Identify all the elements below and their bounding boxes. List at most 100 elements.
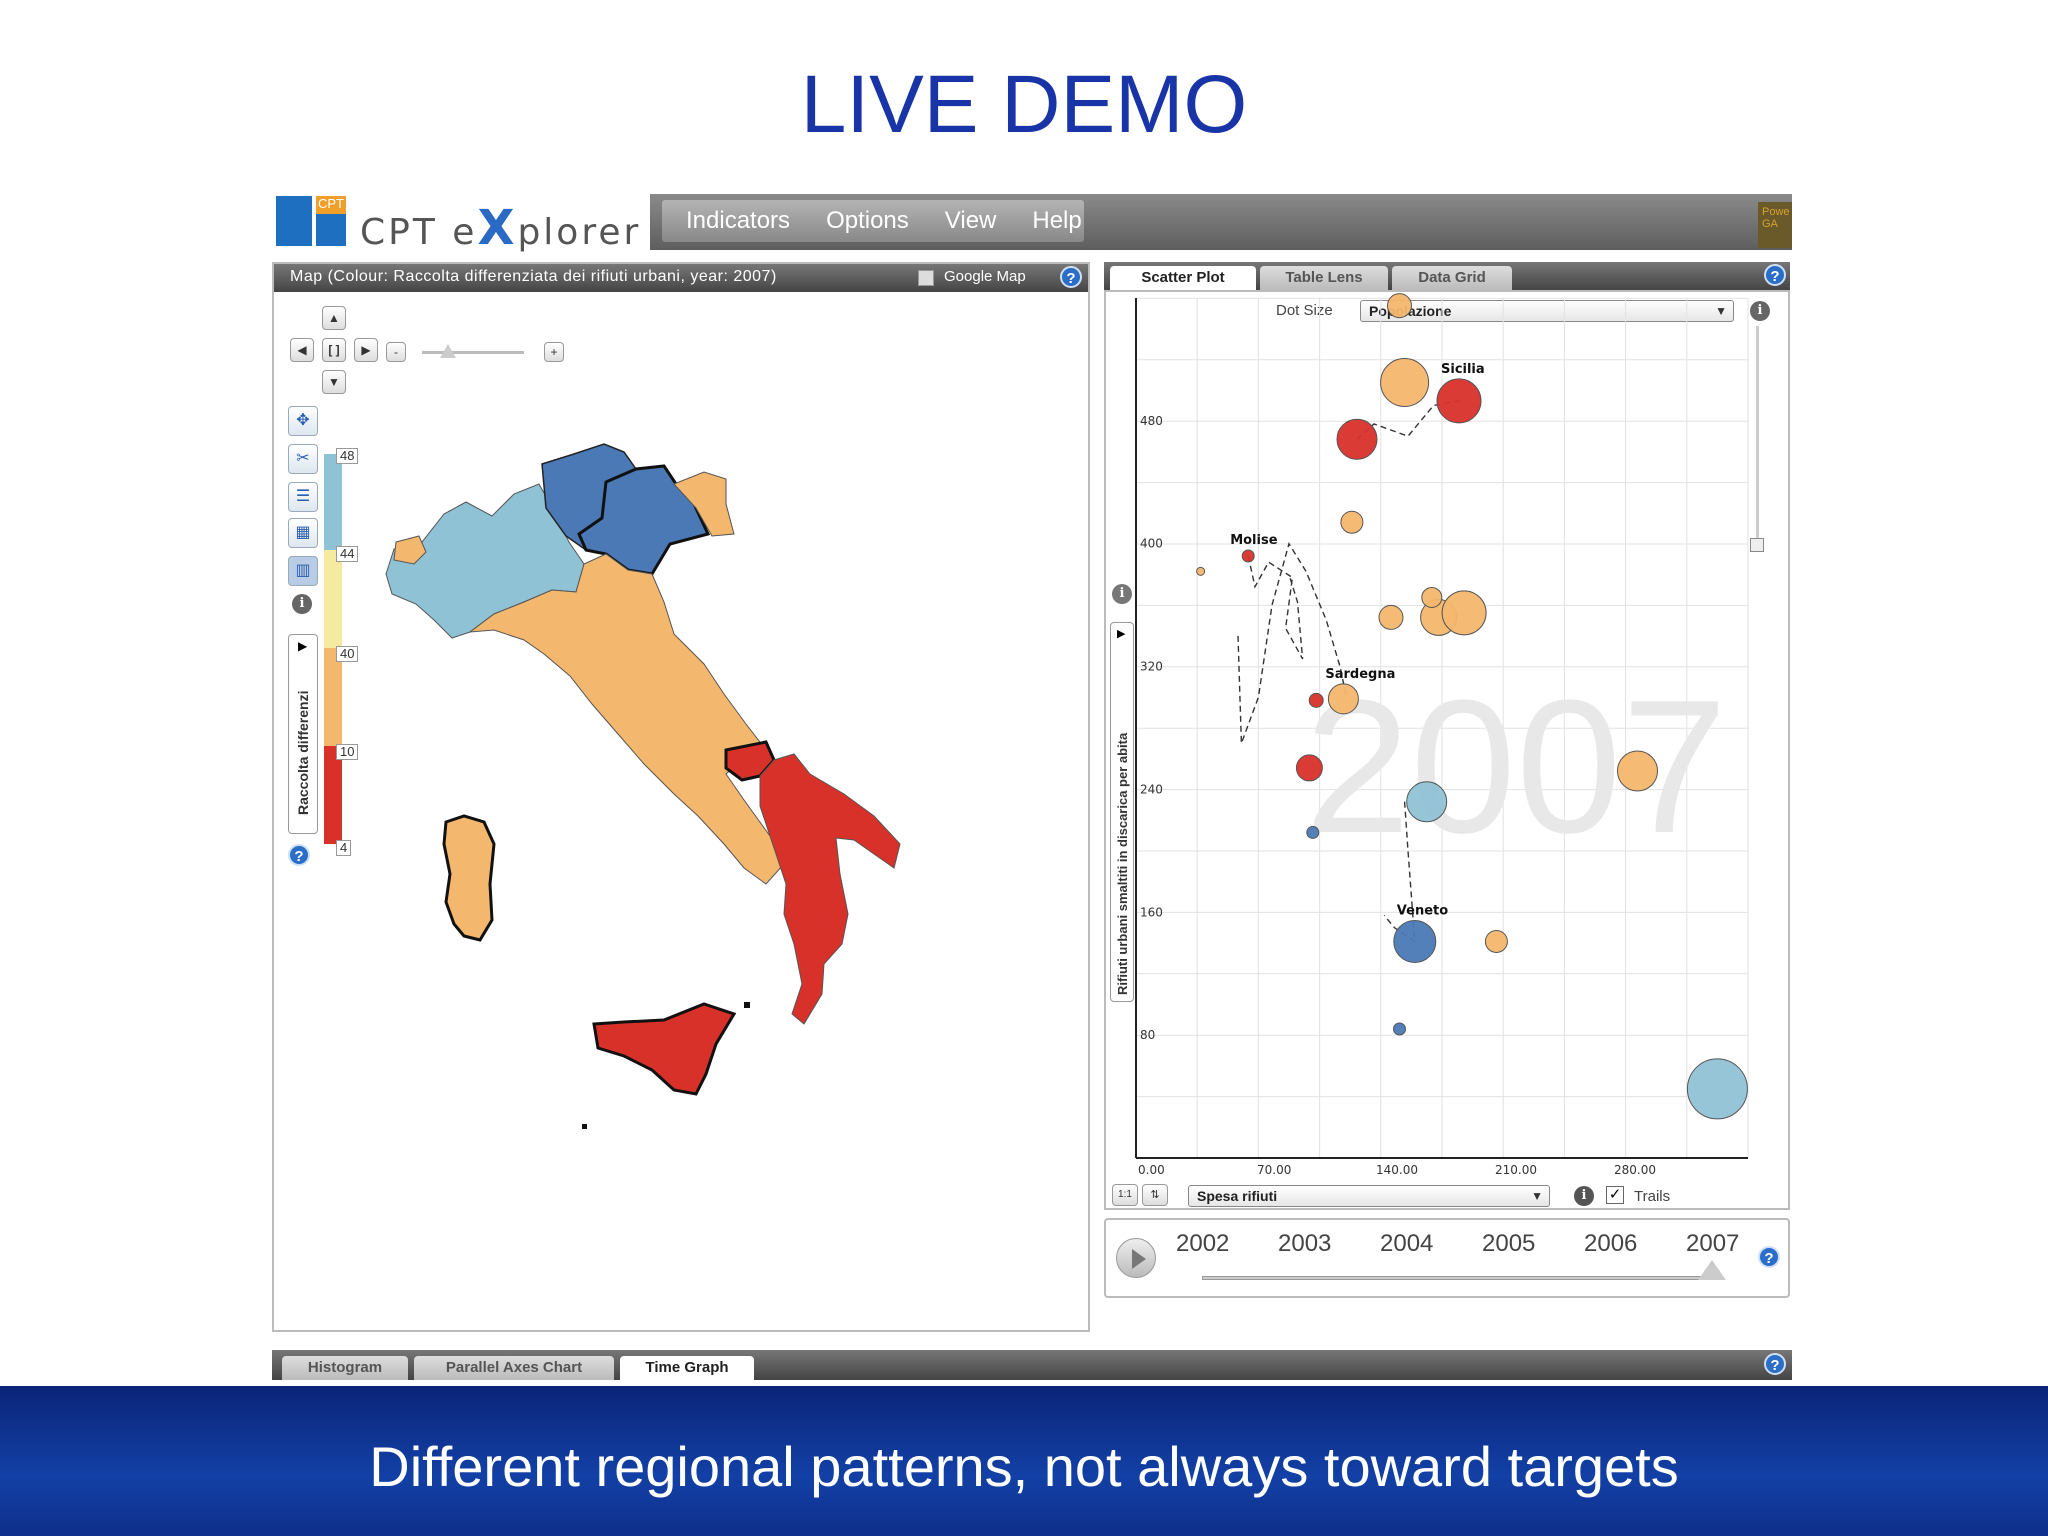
timeline-track[interactable] (1202, 1276, 1712, 1280)
google-map-label: Google Map (944, 268, 1026, 285)
region-sardegna[interactable] (442, 814, 496, 942)
cpt-badge-icon: CPT (316, 196, 346, 246)
size-slider-handle[interactable] (1750, 538, 1764, 552)
legend-band-pale (324, 550, 342, 648)
timeline-help-icon[interactable]: ? (1758, 1246, 1780, 1268)
scatter-point[interactable] (1196, 566, 1206, 576)
legend-label: 10 (336, 744, 359, 760)
scatter-point[interactable] (1686, 1058, 1748, 1120)
tab-parallel-axes-chart[interactable]: Parallel Axes Chart (414, 1356, 614, 1380)
scatter-point[interactable] (1306, 825, 1320, 839)
scatter-plot: 2007 Sicilia Molise Sardegna Veneto 480 400 3… (1135, 293, 1749, 1177)
menu-bar: Indicators Options View Help Powe GA (650, 194, 1792, 250)
ratio-button[interactable]: 1:1 (1112, 1184, 1138, 1206)
pan-right-button[interactable]: ▶ (354, 338, 378, 362)
play-button[interactable] (1116, 1238, 1156, 1278)
menu-options[interactable]: Options (826, 207, 909, 235)
menu-help[interactable]: Help (1032, 207, 1081, 235)
y-tick-label: 160 (1140, 905, 1163, 919)
zoom-slider[interactable] (422, 351, 524, 354)
menu-view[interactable]: View (945, 207, 997, 235)
timeline-year[interactable]: 2006 (1584, 1230, 1637, 1258)
x-tick-label: 280.00 (1614, 1163, 1656, 1177)
map-header: Map (Colour: Raccolta differenziata dei … (274, 264, 1088, 292)
scatter-point[interactable] (1380, 357, 1430, 407)
legend-label: 40 (336, 646, 359, 662)
x-tick-label: 210.00 (1495, 1163, 1537, 1177)
point-label: Veneto (1397, 903, 1448, 918)
scatter-point[interactable] (1617, 750, 1658, 792)
italy-flag-icon (276, 196, 312, 246)
scatter-point[interactable] (1421, 586, 1443, 608)
point-label: Sicilia (1441, 362, 1485, 377)
trails-checkbox[interactable]: ✓ (1606, 1186, 1624, 1204)
zoom-in-button[interactable]: + (544, 342, 564, 362)
pan-left-button[interactable]: ◀ (290, 338, 314, 362)
pan-down-button[interactable]: ▼ (322, 370, 346, 394)
scatter-panel: Scatter Plot Table Lens Data Grid ? Dot … (1104, 262, 1792, 1298)
timeline-year[interactable]: 2003 (1278, 1230, 1331, 1258)
bottom-help-icon[interactable]: ? (1764, 1353, 1786, 1375)
tab-table-lens[interactable]: Table Lens (1260, 266, 1388, 290)
legend-label: 4 (336, 840, 352, 856)
legend-toggle[interactable]: ▶ Raccolta differenzi (288, 634, 318, 834)
italy-map (385, 443, 901, 1129)
timeline-year[interactable]: 2007 (1686, 1230, 1739, 1258)
timeline: 2002 2003 2004 2005 2006 2007 ? (1104, 1218, 1790, 1298)
scatter-point[interactable] (1241, 549, 1255, 563)
move-tool-icon[interactable]: ✥ (288, 406, 318, 436)
x-axis-select[interactable]: Spesa rifiuti ▼ (1188, 1185, 1550, 1207)
legend-help-icon[interactable]: ? (288, 844, 310, 866)
y-axis-info-icon[interactable]: i (1112, 584, 1132, 604)
map-info-icon[interactable]: i (292, 594, 312, 614)
scatter-help-icon[interactable]: ? (1764, 264, 1786, 286)
scatter-point[interactable] (1295, 754, 1323, 782)
tab-scatter-plot[interactable]: Scatter Plot (1110, 266, 1256, 290)
x-axis-info-icon[interactable]: i (1574, 1186, 1594, 1206)
tab-time-graph[interactable]: Time Graph (620, 1356, 754, 1380)
timeline-handle[interactable] (1698, 1260, 1726, 1280)
pan-up-button[interactable]: ▲ (322, 306, 346, 330)
timeline-year[interactable]: 2005 (1482, 1230, 1535, 1258)
scatter-point[interactable] (1336, 418, 1378, 460)
tab-histogram[interactable]: Histogram (282, 1356, 408, 1380)
region-sicilia[interactable] (592, 1002, 737, 1096)
scatter-point[interactable] (1327, 683, 1359, 715)
legend-label: 44 (336, 546, 359, 562)
size-slider-track[interactable] (1756, 326, 1759, 546)
legend-expand-icon: ▶ (298, 639, 308, 653)
settings-tool-icon[interactable]: ✂ (288, 444, 318, 474)
axis-swap-icon[interactable]: ⇅ (1142, 1184, 1168, 1206)
legend-label: 48 (336, 448, 359, 464)
scatter-point[interactable] (1340, 510, 1364, 534)
region-south[interactable] (759, 753, 901, 1025)
map-title: Map (Colour: Raccolta differenziata dei … (290, 268, 777, 285)
chevron-down-icon: ▼ (1531, 1189, 1543, 1203)
tab-data-grid[interactable]: Data Grid (1392, 266, 1512, 290)
google-map-checkbox[interactable] (918, 270, 934, 286)
y-axis-selector[interactable]: ▶ Rifiuti urbani smaltiti in discarica p… (1110, 622, 1134, 1002)
slide-footer: Different regional patterns, not always … (0, 1386, 2048, 1536)
view-tabs: Scatter Plot Table Lens Data Grid ? (1104, 262, 1790, 290)
scatter-point[interactable] (1393, 1022, 1406, 1036)
scatter-point[interactable] (1387, 293, 1412, 319)
zoom-slider-handle[interactable] (440, 344, 456, 358)
timeline-year[interactable]: 2002 (1176, 1230, 1229, 1258)
scatter-point[interactable] (1393, 919, 1437, 963)
menu-indicators[interactable]: Indicators (686, 207, 790, 235)
zoom-out-button[interactable]: - (386, 342, 406, 362)
legend-tool-icon[interactable]: ▥ (288, 556, 318, 586)
reset-view-button[interactable]: [ ] (322, 338, 346, 362)
scatter-point[interactable] (1406, 781, 1448, 823)
list-tool-icon[interactable]: ☰ (288, 482, 318, 512)
legend-title: Raccolta differenzi (295, 690, 311, 815)
timeline-year[interactable]: 2004 (1380, 1230, 1433, 1258)
scatter-point[interactable] (1484, 929, 1508, 953)
scatter-point[interactable] (1436, 378, 1482, 424)
table-tool-icon[interactable]: ▦ (288, 518, 318, 548)
scatter-point[interactable] (1378, 604, 1404, 630)
scatter-point[interactable] (1308, 692, 1324, 708)
scatter-point[interactable] (1441, 590, 1487, 636)
map-help-icon[interactable]: ? (1060, 266, 1082, 288)
app-logo: CPT CPT eXplorer (272, 190, 652, 256)
